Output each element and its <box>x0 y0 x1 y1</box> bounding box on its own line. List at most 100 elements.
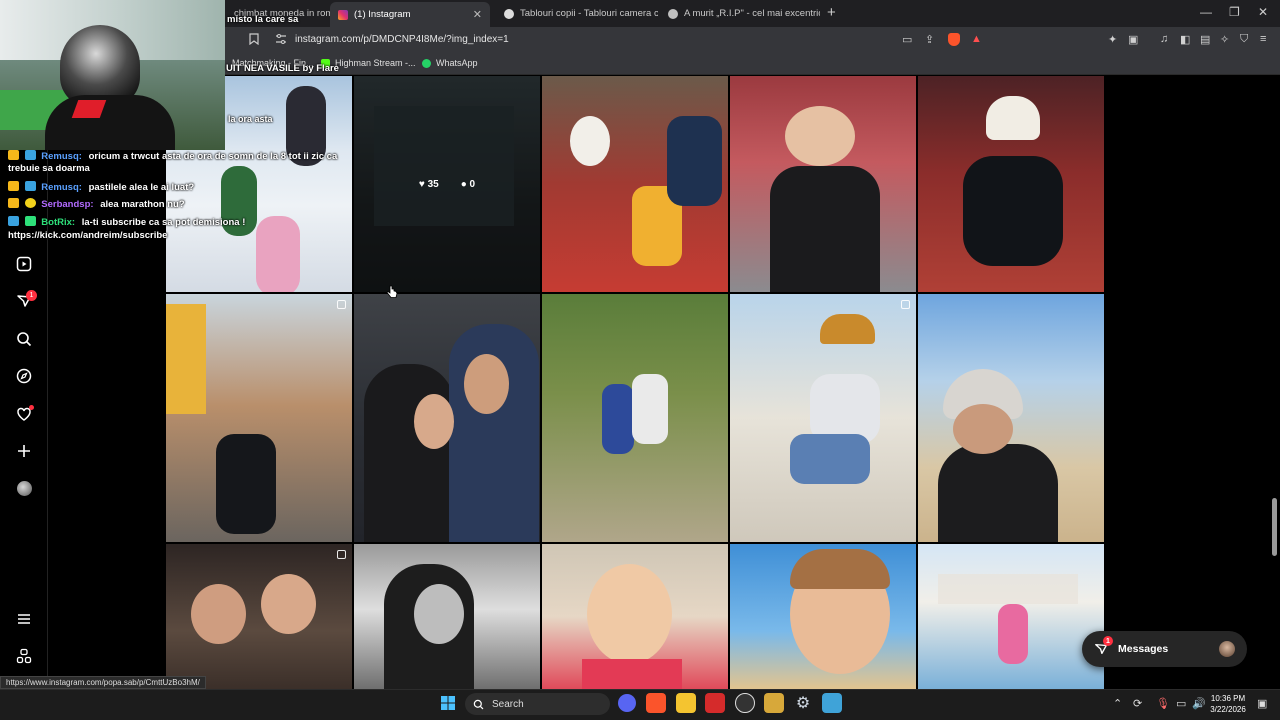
windows-start-icon[interactable] <box>438 693 458 713</box>
browser-tab[interactable]: Tablouri copii - Tablouri camera copii <box>496 0 658 27</box>
vpn-icon[interactable]: ⛉ <box>1240 33 1248 46</box>
app-yellow-icon[interactable] <box>764 693 784 713</box>
volume-icon[interactable]: 🔊 <box>1192 697 1206 710</box>
post-thumbnail[interactable] <box>354 544 540 689</box>
carousel-icon <box>337 300 346 309</box>
post-thumbnail[interactable] <box>542 294 728 542</box>
create-plus-icon[interactable] <box>14 441 34 461</box>
carousel-icon <box>901 300 910 309</box>
url-input[interactable]: instagram.com/p/DMDCNP4I8Me/?img_index=1 <box>295 34 509 45</box>
post-thumbnail[interactable] <box>542 76 728 292</box>
post-thumbnail[interactable] <box>918 76 1104 292</box>
streamer-webcam <box>0 0 225 150</box>
search-icon <box>473 699 484 709</box>
tray-overflow-icon[interactable]: ⌃ <box>1113 697 1122 710</box>
bookmark-label: WhatsApp <box>436 58 478 68</box>
chat-message: trebuie sa doarma <box>8 163 90 174</box>
taskbar-clock[interactable]: 10:36 PM 3/22/2026 <box>1206 693 1250 715</box>
subscriber-badge-icon <box>24 181 36 191</box>
settings-gear-icon[interactable]: ⚙ <box>793 693 813 713</box>
chat-message: BotRix: la-ti subscribe ca sa pot demisi… <box>8 216 245 228</box>
windows-taskbar <box>0 689 1280 720</box>
clock-time: 10:36 PM <box>1210 694 1246 703</box>
brave-browser-icon[interactable] <box>646 693 666 713</box>
notepad-icon[interactable] <box>822 693 842 713</box>
sync-icon[interactable]: ⟳ <box>1133 697 1142 710</box>
notification-badge: 1 <box>26 290 37 301</box>
post-thumbnail[interactable] <box>730 76 916 292</box>
extensions-icon[interactable]: ✦ <box>1108 33 1117 46</box>
menu-icon[interactable]: ≡ <box>1260 33 1266 45</box>
site-settings-icon[interactable] <box>275 33 287 48</box>
taskbar-search[interactable]: Search <box>465 693 610 715</box>
wallet-icon[interactable]: ▤ <box>1200 33 1210 46</box>
network-icon[interactable]: ▭ <box>1176 697 1186 710</box>
file-explorer-icon[interactable] <box>676 693 696 713</box>
carousel-icon <box>337 550 346 559</box>
post-thumbnail[interactable] <box>918 294 1104 542</box>
post-hover-overlay: ♥ 35 ● 0 <box>354 76 540 292</box>
bookmark-item[interactable]: WhatsApp <box>422 58 478 68</box>
close-window-button[interactable]: ✕ <box>1258 5 1268 19</box>
obs-icon[interactable] <box>735 693 755 713</box>
mouse-cursor-icon <box>386 285 398 304</box>
reels-icon[interactable] <box>14 254 34 274</box>
share-icon[interactable]: ⇪ <box>925 33 934 46</box>
browser-tab-active[interactable]: (1) Instagram ✕ <box>330 2 490 27</box>
tab-search-icon[interactable]: ▣ <box>1128 33 1138 46</box>
messages-badge: 1 <box>1103 636 1113 646</box>
more-menu-icon[interactable] <box>14 609 34 629</box>
profile-avatar-icon[interactable] <box>14 478 34 498</box>
site-favicon-icon <box>668 8 678 19</box>
cast-icon[interactable]: ▭ <box>902 33 912 46</box>
also-from-meta-icon[interactable] <box>14 646 34 666</box>
post-thumbnail[interactable] <box>730 294 916 542</box>
page-scrollbar[interactable] <box>1272 498 1277 556</box>
messages-label: Messages <box>1118 643 1169 655</box>
tab-close-icon[interactable]: ✕ <box>465 8 482 21</box>
post-thumbnail[interactable] <box>542 544 728 689</box>
brave-shields-icon[interactable] <box>948 33 960 49</box>
post-thumbnail[interactable] <box>166 294 352 542</box>
heart-icon: ♥ <box>418 178 425 190</box>
bot-badge-icon <box>24 216 36 226</box>
avatar <box>1219 641 1235 657</box>
sidebar-icon[interactable]: ◧ <box>1180 33 1190 46</box>
post-thumbnail[interactable] <box>730 544 916 689</box>
post-thumbnail[interactable] <box>354 294 540 542</box>
post-thumbnail[interactable] <box>918 544 1104 689</box>
chat-message: Serbandsp: alea marathon nu? <box>8 198 185 210</box>
brave-rewards-icon[interactable]: ▲ <box>971 33 982 45</box>
like-count: ♥ 35 <box>418 178 439 190</box>
stream-overlay-subtitle: UIT NEA VASILE by Flare <box>226 63 339 74</box>
chat-message: la ora asta <box>228 114 273 124</box>
discord-icon[interactable] <box>618 694 636 712</box>
leo-ai-icon[interactable]: ✧ <box>1220 33 1229 46</box>
post-thumbnail[interactable] <box>166 544 352 689</box>
subscriber-badge-icon <box>24 150 36 160</box>
comment-icon: ● <box>460 178 467 190</box>
new-tab-button[interactable]: + <box>827 4 836 21</box>
chat-message: Remusq: pastilele alea le ai luat? <box>8 181 194 193</box>
bookmark-label: Highman Stream -... <box>335 58 416 68</box>
heart-notification-dot <box>29 405 34 410</box>
post-thumbnail-hovered[interactable]: ♥ 35 ● 0 <box>354 76 540 292</box>
chat-message: https://kick.com/andreim/subscribe <box>8 230 168 241</box>
chat-message: Remusq: oricum a trwcut asta de ora de s… <box>8 150 337 162</box>
minimize-button[interactable]: — <box>1200 5 1212 19</box>
explore-icon[interactable] <box>14 366 34 386</box>
search-icon[interactable] <box>14 329 34 349</box>
moderator-badge-icon <box>8 216 19 226</box>
app-red-icon[interactable] <box>705 693 725 713</box>
site-favicon-icon <box>504 8 514 19</box>
maximize-button[interactable]: ❐ <box>1229 5 1240 19</box>
notification-center-icon[interactable]: ▣ <box>1257 697 1267 710</box>
messages-button[interactable]: 1 Messages <box>1082 631 1247 667</box>
whatsapp-icon <box>422 58 431 68</box>
media-icon[interactable]: ♫ <box>1160 33 1168 45</box>
browser-tab[interactable]: A murit „R.I.P" - cel mai excentric pu <box>660 0 820 27</box>
tab-label: Tablouri copii - Tablouri camera copii <box>520 8 658 19</box>
moderator-badge-icon <box>8 181 19 191</box>
bookmark-icon[interactable] <box>249 33 259 48</box>
microphone-icon[interactable]: 🎙 <box>1156 697 1170 710</box>
